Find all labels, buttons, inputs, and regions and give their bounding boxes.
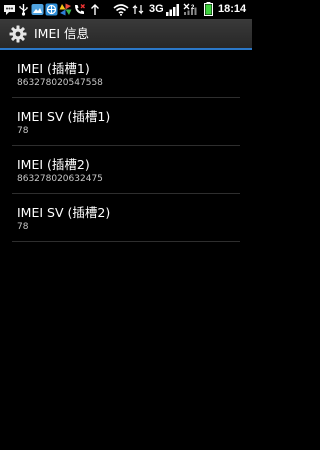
usb-icon (19, 4, 28, 16)
item-value: 863278020547558 (17, 78, 103, 88)
action-bar: IMEI 信息 (0, 19, 252, 50)
item-title: IMEI SV (插槽1) (17, 109, 111, 124)
pinwheel-icon (59, 3, 72, 16)
item-title: IMEI (插槽1) (17, 61, 90, 76)
gallery-icon (31, 4, 44, 15)
wifi-icon (113, 4, 129, 16)
list-item-imei-sv-slot1[interactable]: IMEI SV (插槽1) 78 (12, 98, 240, 146)
network-type-label: 3G (149, 3, 164, 15)
list-item-imei-sv-slot2[interactable]: IMEI SV (插槽2) 78 (12, 194, 240, 242)
missed-call-icon (75, 4, 85, 14)
item-value: 863278020632475 (17, 174, 103, 184)
list-item-imei-slot2[interactable]: IMEI (插槽2) 863278020632475 (12, 146, 240, 194)
no-sim-icon: 2 (183, 3, 197, 15)
battery-icon (204, 2, 213, 16)
signal-strength-icon (166, 4, 179, 16)
item-title: IMEI SV (插槽2) (17, 205, 111, 220)
list-item-imei-slot1[interactable]: IMEI (插槽1) 863278020547558 (12, 50, 240, 98)
chat-bubble-icon (4, 5, 15, 15)
settings-gear-icon (9, 25, 27, 43)
clock-time: 18:14 (218, 3, 247, 15)
sync-arrows-icon (132, 4, 144, 15)
upload-arrow-icon (91, 4, 99, 15)
status-bar: 3G 2 18:14 (0, 0, 252, 19)
imei-info-list: IMEI (插槽1) 863278020547558 IMEI SV (插槽1)… (0, 50, 252, 242)
item-value: 78 (17, 126, 29, 136)
item-value: 78 (17, 222, 29, 232)
item-title: IMEI (插槽2) (17, 157, 90, 172)
page-title: IMEI 信息 (34, 26, 90, 41)
browser-icon (45, 3, 58, 16)
